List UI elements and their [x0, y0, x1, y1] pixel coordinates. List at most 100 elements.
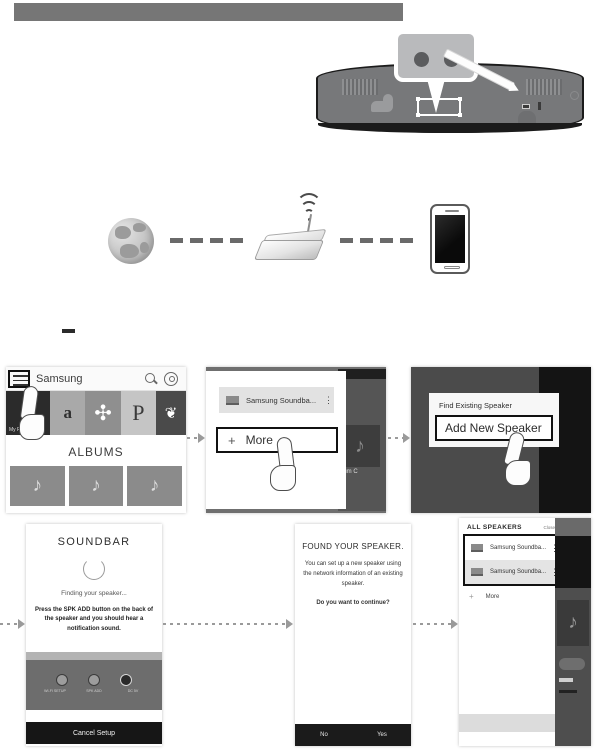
aux-port-icon [538, 102, 541, 110]
album-tile[interactable]: ♪ [127, 466, 183, 506]
dialog-question: Do you want to continue? [316, 599, 390, 606]
album-grid: ♪ ♪ ♪ [6, 466, 186, 506]
kebab-menu-icon[interactable]: ⋮ [550, 543, 559, 552]
top-header-bar [14, 3, 403, 21]
amazon-icon: a [63, 403, 73, 422]
iheartradio-icon: ❦ [164, 405, 178, 422]
wireless-router-icon [253, 193, 328, 264]
step-panel-finding-speaker: SOUNDBAR Finding your speaker... Press t… [26, 524, 162, 746]
pandora-icon: P [132, 400, 145, 425]
mobile-phone-icon [430, 204, 470, 274]
tile-my-phone-label: My Phone [9, 427, 32, 433]
dc-jack-icon [120, 674, 132, 686]
speaker-list-highlight: Samsung Soundba... ⋮ Samsung Soundba... … [463, 534, 561, 586]
album-tile[interactable]: ♪ [68, 466, 124, 506]
callout-tail [427, 79, 445, 113]
finding-content: SOUNDBAR Finding your speaker... Press t… [26, 524, 162, 652]
plus-icon: + [228, 432, 236, 448]
add-new-speaker-button[interactable]: Add New Speaker [435, 415, 553, 441]
album-art: ♪ [340, 425, 380, 467]
app-title: Samsung [36, 372, 83, 385]
tile-pandora[interactable]: P [120, 391, 157, 435]
table-row[interactable]: Samsung Soundba... ⋮ [465, 536, 559, 560]
album-art: ♪ [557, 600, 589, 646]
tile-iheartradio[interactable]: ❦ [156, 391, 186, 435]
more-button-label: More [245, 433, 273, 447]
spk-add-button-icon [88, 674, 100, 686]
service-tile-row: My Phone a ✣ P ❦ [6, 391, 186, 435]
more-button[interactable]: + More [216, 427, 338, 453]
step-panel-speaker-list: ♪ bum C Samsung Soundba... ⋮ + More [206, 367, 386, 513]
speaker-name: Samsung Soundba... [490, 545, 547, 551]
step-panel-samsung-music-app: Samsung My Phone a ✣ P ❦ ALBUMS ♪ ♪ ♪ [6, 367, 186, 513]
speaker-back-image: WI-FI SETUP SPK ADD DC 5V [26, 660, 162, 710]
table-row[interactable]: Samsung Soundba... ⋮ [465, 560, 559, 584]
dialog-card: Find Existing Speaker Add New Speaker [429, 393, 559, 447]
more-button-label: More [485, 593, 500, 600]
flow-arrow [413, 619, 458, 629]
flow-arrow [388, 433, 410, 443]
dimmed-background: ♪ [555, 518, 591, 746]
kebab-menu-icon[interactable]: ⋮ [550, 567, 559, 576]
soundbar-rear-illustration [306, 30, 592, 148]
cancel-setup-button[interactable]: Cancel Setup [26, 722, 162, 744]
status-text: Finding your speaker... [61, 590, 127, 597]
screw-hole-icon [570, 91, 579, 100]
yes-button[interactable]: Yes [353, 724, 411, 746]
tile-deezer[interactable]: ✣ [85, 391, 121, 435]
knob-label: WI-FI SETUP [44, 689, 66, 693]
knob-label: SPK ADD [86, 689, 102, 693]
tile-amazon[interactable]: a [50, 391, 86, 435]
internet-globe-icon [108, 218, 154, 264]
loading-spinner-icon [83, 558, 105, 580]
no-button[interactable]: No [295, 724, 353, 746]
all-speakers-title: ALL SPEAKERS [467, 524, 522, 531]
hamburger-menu-icon-highlight[interactable] [8, 370, 30, 388]
album-tile[interactable]: ♪ [10, 466, 65, 506]
divider [26, 652, 162, 660]
tile-my-phone[interactable]: My Phone [6, 391, 51, 435]
dialog-title: FOUND YOUR SPEAKER. [302, 542, 404, 551]
deezer-icon: ✣ [94, 401, 112, 425]
vent-right-icon [526, 79, 562, 95]
bottom-sheet: Samsung Soundba... ⋮ + More [206, 371, 346, 509]
step-dash-mark [62, 329, 75, 333]
dashed-link-globe-router [170, 238, 250, 243]
soundbar-icon [471, 544, 483, 552]
soundbar-button-callout [394, 30, 478, 82]
spacer [26, 710, 162, 722]
albums-section-title: ALBUMS [6, 435, 186, 466]
app-bar: Samsung [6, 367, 186, 391]
dialog-description: You can set up a new speaker using the n… [303, 561, 403, 588]
vent-left-icon [342, 79, 378, 95]
network-diagram [100, 193, 500, 278]
list-item-label: Samsung Soundba... [246, 395, 317, 405]
speaker-name: Samsung Soundba... [490, 569, 547, 575]
cable-hook-icon [371, 94, 393, 112]
usb-port-icon [522, 104, 530, 109]
screen-title: SOUNDBAR [57, 536, 131, 548]
search-icon[interactable] [144, 372, 158, 386]
list-item[interactable]: Samsung Soundba... ⋮ [219, 387, 334, 413]
soundbar-icon [226, 395, 239, 405]
plus-icon: + [469, 592, 474, 601]
dashed-link-router-phone [340, 238, 420, 243]
instruction-text: Press the SPK ADD button on the back of … [34, 607, 154, 632]
knob-label: DC 5V [127, 689, 139, 693]
wifi-setup-button-icon [56, 674, 68, 686]
footer-bar [459, 714, 555, 732]
flow-arrow [187, 433, 205, 443]
dialog-actions: No Yes [295, 724, 411, 746]
soundbar-icon [471, 568, 483, 576]
step-panel-found-speaker: FOUND YOUR SPEAKER. You can set up a new… [295, 524, 411, 746]
flow-arrow [163, 619, 293, 629]
flow-arrow [0, 619, 25, 629]
panel-shadow [518, 111, 536, 131]
step-panel-all-speakers: ♪ ALL SPEAKERS Close Samsung Soundba... … [459, 518, 591, 746]
step-panel-add-speaker-dialog: Find Existing Speaker Add New Speaker [411, 367, 591, 513]
kebab-menu-icon[interactable]: ⋮ [324, 395, 333, 404]
gear-icon[interactable] [164, 371, 178, 386]
find-existing-speaker-option[interactable]: Find Existing Speaker [429, 393, 559, 410]
phone-icon [22, 403, 35, 423]
close-link[interactable]: Close [543, 525, 555, 530]
